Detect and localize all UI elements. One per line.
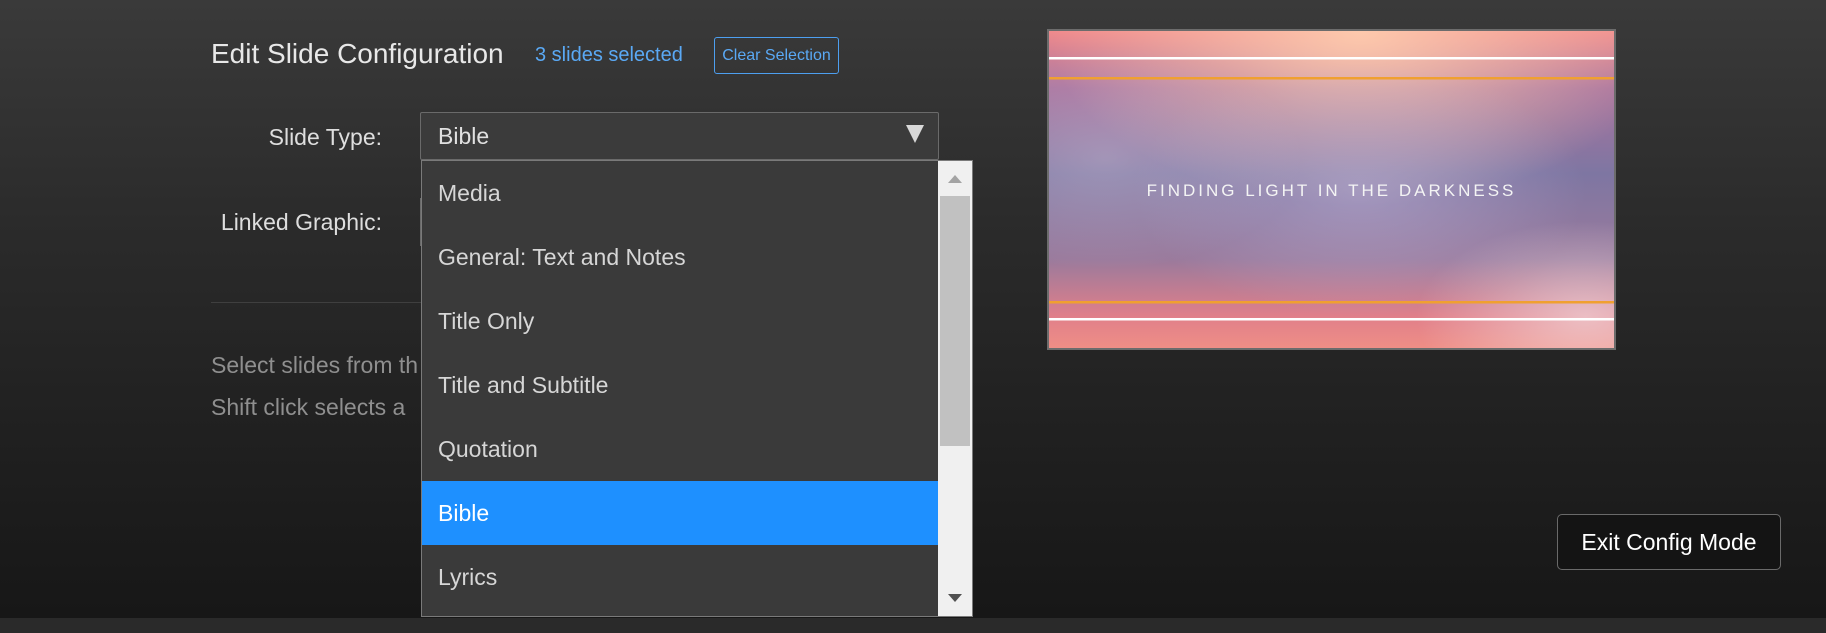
slide-type-label: Slide Type: [268,124,382,150]
dropdown-option-lyrics[interactable]: Lyrics [422,545,939,609]
preview-rule-top-gold [1049,77,1614,80]
dropdown-option-quotation[interactable]: Quotation [422,417,939,481]
preview-rule-bottom-white [1049,318,1614,321]
linked-graphic-label: Linked Graphic: [220,209,382,235]
slide-type-dropdown[interactable]: Media General: Text and Notes Title Only… [421,160,973,617]
preview-slide-title: FINDING LIGHT IN THE DARKNESS [1146,181,1517,200]
dropdown-option-title-subtitle[interactable]: Title and Subtitle [422,353,939,417]
dropdown-scrollbar[interactable] [938,161,972,616]
slide-preview: FINDING LIGHT IN THE DARKNESS [1047,29,1616,350]
clear-selection-button[interactable]: Clear Selection [714,37,839,74]
preview-rule-top-white [1049,57,1614,60]
dropdown-option-media[interactable]: Media [422,161,939,225]
dropdown-option-general[interactable]: General: Text and Notes [422,225,939,289]
slide-type-value: Bible [438,122,490,149]
exit-config-mode-button[interactable]: Exit Config Mode [1557,514,1781,570]
dropdown-arrow-icon [906,125,924,143]
scroll-thumb[interactable] [940,196,970,446]
bottom-bar [0,618,1826,633]
scroll-up-arrow-icon[interactable] [948,175,962,183]
preview-rule-bottom-gold [1049,301,1614,304]
help-text-line-2: Shift click selects a [211,394,406,420]
selected-count: 3 slides selected [535,44,683,66]
page-title: Edit Slide Configuration [211,38,504,69]
section-divider [211,302,421,303]
dropdown-option-title-only[interactable]: Title Only [422,289,939,353]
dropdown-list: Media General: Text and Notes Title Only… [422,161,939,616]
scroll-down-arrow-icon[interactable] [948,594,962,602]
help-text-line-1: Select slides from th [211,352,419,378]
dropdown-option-bible[interactable]: Bible [422,481,939,545]
slide-type-select[interactable]: Bible [420,112,939,160]
